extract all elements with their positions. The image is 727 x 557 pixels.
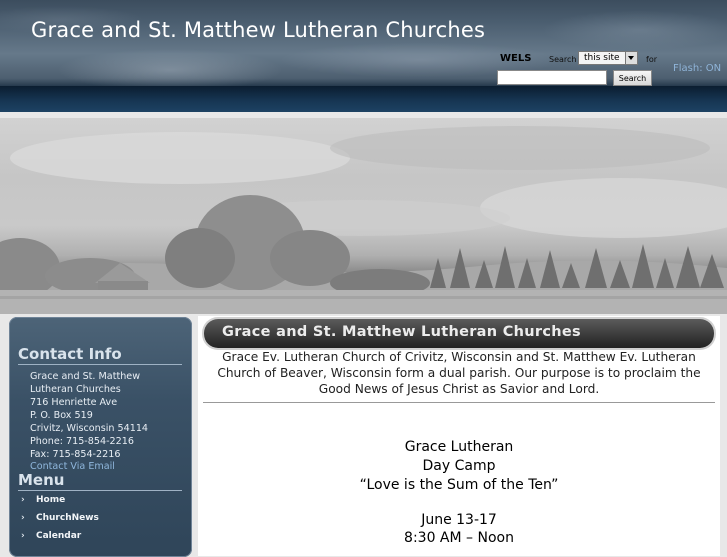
- menu-item-label: ChurchNews: [36, 513, 99, 523]
- for-label: for: [646, 55, 657, 64]
- chevron-down-icon[interactable]: [625, 52, 637, 64]
- menu-item-calendar[interactable]: › Calendar: [21, 531, 81, 541]
- search-scope-select[interactable]: this site: [578, 51, 638, 65]
- contact-phone: Phone: 715-854-2216: [30, 436, 134, 447]
- flash-toggle[interactable]: Flash: ON: [673, 63, 721, 74]
- contact-fax: Fax: 715-854-2216: [30, 449, 121, 460]
- divider: [203, 402, 715, 403]
- page-title: Grace and St. Matthew Lutheran Churches: [222, 324, 581, 340]
- contact-line: Lutheran Churches: [30, 384, 121, 395]
- landscape-banner: [0, 118, 727, 314]
- search-label: Search: [549, 55, 577, 64]
- contact-line: 716 Henriette Ave: [30, 397, 118, 408]
- contact-info-heading: Contact Info: [18, 345, 182, 365]
- chevron-right-icon: ›: [21, 531, 25, 541]
- announcement-dates: June 13-17: [421, 512, 497, 528]
- menu-item-home[interactable]: › Home: [21, 495, 65, 505]
- chevron-right-icon: ›: [21, 513, 25, 523]
- menu-item-churchnews[interactable]: › ChurchNews: [21, 513, 99, 523]
- announcement-time: 8:30 AM – Noon: [404, 530, 514, 546]
- sidebar: Contact Info Grace and St. Matthew Luthe…: [9, 317, 192, 557]
- menu-item-label: Home: [36, 495, 66, 505]
- contact-line: Grace and St. Matthew: [30, 371, 141, 382]
- wels-logo[interactable]: WELS: [500, 53, 531, 64]
- site-header: Grace and St. Matthew Lutheran Churches …: [0, 0, 727, 112]
- landscape-illustration: [0, 126, 727, 314]
- main-content: Grace and St. Matthew Lutheran Churches …: [198, 316, 720, 556]
- intro-paragraph: Grace Ev. Lutheran Church of Crivitz, Wi…: [217, 350, 701, 396]
- site-title[interactable]: Grace and St. Matthew Lutheran Churches: [31, 18, 485, 42]
- menu-item-label: Calendar: [36, 531, 82, 541]
- contact-line: Crivitz, Wisconsin 54114: [30, 423, 149, 434]
- search-button[interactable]: Search: [613, 70, 652, 86]
- title-bar: Grace and St. Matthew Lutheran Churches: [204, 319, 714, 348]
- chevron-right-icon: ›: [21, 495, 25, 505]
- search-scope-value: this site: [584, 53, 620, 63]
- search-input[interactable]: [497, 70, 607, 85]
- contact-line: P. O. Box 519: [30, 410, 93, 421]
- menu-heading: Menu: [18, 471, 182, 491]
- announcement-line: Day Camp: [422, 458, 496, 474]
- announcement-line: “Love is the Sum of the Ten”: [359, 477, 559, 493]
- announcement-line: Grace Lutheran: [404, 439, 514, 455]
- header-band: [0, 86, 727, 112]
